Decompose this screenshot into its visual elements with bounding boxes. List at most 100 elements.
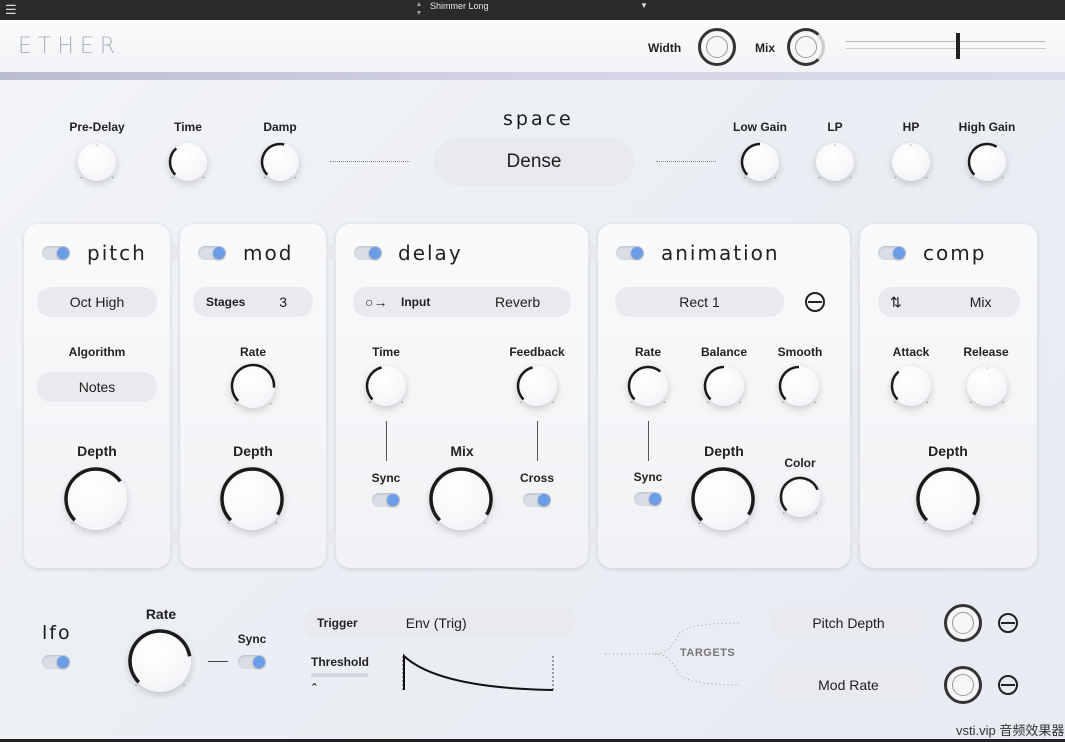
header [0,20,1065,74]
lfo-target-2-label: Mod Rate [818,676,879,693]
lfo-target-2-amount-knob[interactable] [944,666,982,704]
animation-title: animation [661,241,780,265]
comp-mode-selector[interactable]: ⇅ Mix [878,287,1020,317]
comp-release-knob[interactable] [967,366,1007,406]
damp-knob[interactable] [260,142,299,181]
panel-connector [850,244,860,260]
comp-toggle[interactable] [878,246,906,260]
mix-label: Mix [755,41,776,55]
pitch-depth-label: Depth [77,443,117,459]
animation-depth-knob[interactable] [691,467,755,530]
mix-knob[interactable] [787,28,825,66]
lfo-sync-toggle[interactable] [238,655,266,669]
lfo-target-1[interactable]: Pitch Depth [771,607,926,638]
knob-min-tick [135,684,137,686]
pitch-algorithm-value: Notes [78,379,116,395]
delay-time-knob[interactable] [365,366,406,406]
knob-min-tick [436,522,438,524]
knob-min-tick [227,522,229,524]
knob-value-arc [365,366,404,404]
delay-cross-toggle[interactable] [523,493,551,507]
lowgain-knob[interactable] [740,142,779,181]
preset-arrows-icon[interactable]: ▲ ▼ [412,0,426,20]
knob-value-arc [64,467,122,524]
mod-depth-knob[interactable] [220,467,284,530]
mod-stages-control[interactable]: Stages 3 [193,287,313,317]
knob-label-lowgain: Low Gain [733,120,787,134]
comp-depth-knob[interactable] [916,467,980,530]
animation-toggle[interactable] [616,246,644,260]
animation-rate-knob[interactable] [627,365,668,406]
lfo-target-2[interactable]: Mod Rate [771,669,926,700]
top-bar [0,0,1065,20]
lp-knob[interactable] [816,143,854,181]
delay-mix-knob[interactable] [429,467,493,530]
header-slider-track[interactable] [846,41,1046,42]
logo: ETHER [18,34,122,59]
pitch-mode-selector[interactable]: Oct High [37,287,157,317]
knob-max-tick [202,176,205,179]
hp-knob[interactable] [892,143,930,181]
knob-min-tick [234,402,237,405]
animation-smooth-knob[interactable] [778,365,819,406]
knob-min-tick [818,176,821,179]
header-slider-track2 [846,48,1046,49]
lfo-toggle[interactable] [42,655,70,669]
header-slider-thumb[interactable] [956,33,960,59]
knob-label-predelay: Pre-Delay [69,120,125,134]
panel-connector [170,244,180,260]
knob-max-tick [119,522,121,524]
lfo-threshold-slider[interactable] [311,673,368,677]
circle-line-icon[interactable] [998,675,1018,695]
panel-connector [588,244,598,260]
delay-toggle[interactable] [354,246,382,260]
knob-value-arc [220,467,284,524]
pitch-algorithm-selector[interactable]: Notes [37,372,157,402]
highgain-knob[interactable] [967,142,1006,181]
width-knob[interactable] [698,28,736,66]
preset-name[interactable]: Shimmer Long [430,0,489,20]
knob-value-arc [818,144,852,179]
circle-line-icon[interactable] [805,292,825,312]
animation-shape-selector[interactable]: Rect 1 [615,287,784,317]
mod-depth-label: Depth [233,443,273,459]
hamburger-icon[interactable]: ☰ [5,0,19,20]
animation-balance-label: Balance [700,345,748,359]
delay-input-selector[interactable]: ○→ Input Reverb [353,287,571,317]
circle-line-icon[interactable] [998,613,1018,633]
knob-value-arc [260,142,297,179]
knob-max-tick [269,402,272,405]
knob-value-arc [779,476,819,515]
caret-up-icon[interactable]: ˆ [312,681,316,696]
comp-attack-knob[interactable] [890,366,931,406]
knob-max-tick [1001,176,1004,179]
mod-rate-knob[interactable] [230,363,276,408]
predelay-knob[interactable] [78,143,116,181]
mod-toggle[interactable] [198,246,226,260]
knob-min-tick [969,401,972,404]
animation-balance-knob[interactable] [703,365,744,406]
delay-sync-toggle[interactable] [372,493,400,507]
delay-feedback-knob[interactable] [516,366,557,406]
animation-color-knob[interactable] [779,476,820,517]
delay-input-value: Reverb [495,294,541,310]
knob-min-tick [263,176,266,179]
time-knob[interactable] [168,143,207,181]
mod-stages-label: Stages [206,295,246,309]
knob-value-arc [230,363,276,405]
caret-down-icon[interactable]: ▼ [640,0,648,20]
knob-max-tick [926,401,929,404]
animation-smooth-label: Smooth [777,345,823,359]
lfo-target-1-amount-knob[interactable] [944,604,982,642]
animation-rate-link-line [648,421,649,461]
animation-sync-toggle[interactable] [634,492,662,506]
lfo-trigger-selector[interactable]: Trigger Env (Trig) [304,607,575,638]
panel-connector [850,529,860,545]
knob-value-arc [894,144,928,179]
pitch-depth-knob[interactable] [64,467,127,530]
pitch-toggle[interactable] [42,246,70,260]
lfo-rate-knob[interactable] [128,629,192,692]
knob-min-tick [743,176,746,179]
space-mode-selector[interactable]: Dense [434,138,634,186]
knob-min-tick [71,522,73,524]
